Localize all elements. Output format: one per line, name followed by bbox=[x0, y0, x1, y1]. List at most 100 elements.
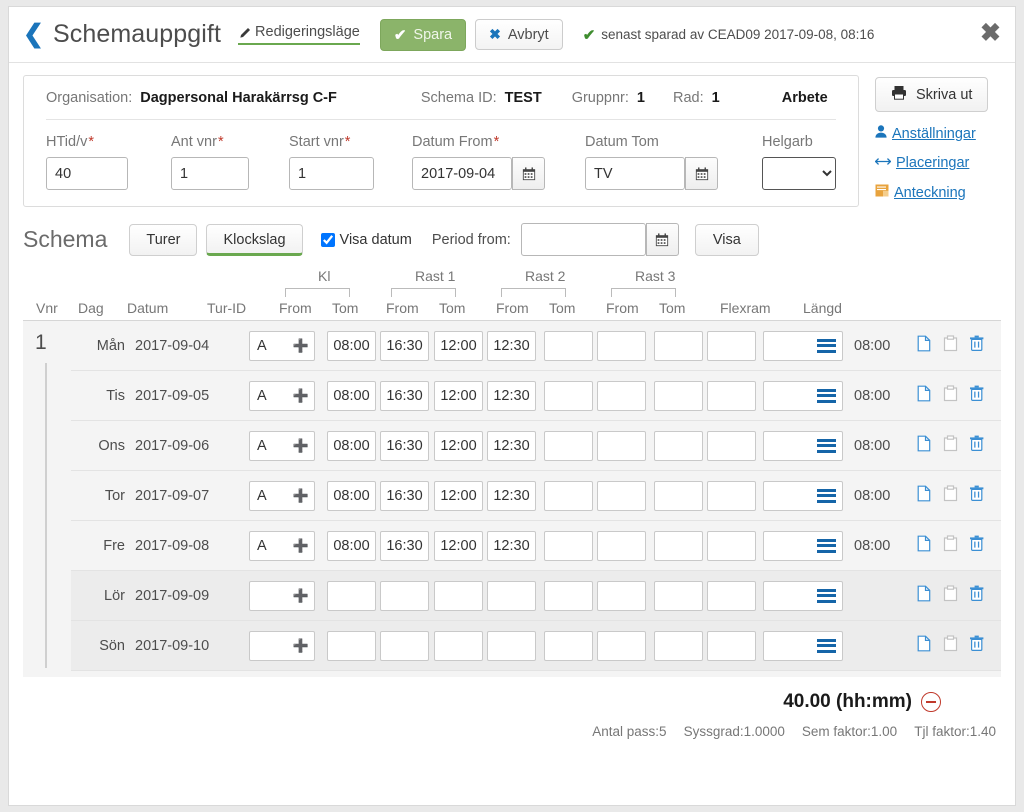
cell-r3-from-input[interactable] bbox=[654, 530, 703, 561]
cancel-button[interactable]: ✖ Avbryt bbox=[475, 19, 563, 50]
cell-r2-from-input[interactable] bbox=[544, 330, 593, 361]
cell-r3-from-input[interactable] bbox=[654, 380, 703, 411]
cell-kl-tom-input[interactable] bbox=[380, 330, 429, 361]
turid-cell[interactable]: A ➕ bbox=[249, 480, 315, 511]
cell-kl-tom-input[interactable] bbox=[380, 530, 429, 561]
flexram-cell[interactable] bbox=[763, 480, 843, 511]
cell-r3-tom-input[interactable] bbox=[707, 430, 756, 461]
cell-kl-tom-input[interactable] bbox=[380, 430, 429, 461]
flexram-cell[interactable] bbox=[763, 330, 843, 361]
cell-kl-from-input[interactable] bbox=[327, 380, 376, 411]
cell-r3-from-input[interactable] bbox=[654, 330, 703, 361]
cell-kl-from-input[interactable] bbox=[327, 630, 376, 661]
cell-kl-from-input[interactable] bbox=[327, 580, 376, 611]
calendar-icon[interactable] bbox=[645, 223, 679, 256]
cell-r1-from-input[interactable] bbox=[434, 330, 483, 361]
cell-kl-tom-input[interactable] bbox=[380, 480, 429, 511]
helgarb-select[interactable] bbox=[762, 157, 836, 190]
tab-turer[interactable]: Turer bbox=[129, 223, 198, 256]
cell-r2-tom-input[interactable] bbox=[597, 380, 646, 411]
plus-icon[interactable]: ➕ bbox=[293, 539, 309, 552]
plus-icon[interactable]: ➕ bbox=[293, 339, 309, 352]
trash-icon[interactable] bbox=[969, 435, 985, 457]
cell-r1-tom-input[interactable] bbox=[487, 630, 536, 661]
datum-tom-input[interactable] bbox=[585, 157, 685, 190]
cell-r3-tom-input[interactable] bbox=[707, 580, 756, 611]
flexram-cell[interactable] bbox=[763, 630, 843, 661]
cell-r2-from-input[interactable] bbox=[544, 580, 593, 611]
link-placeringar[interactable]: Placeringar bbox=[874, 155, 969, 171]
cell-r2-from-input[interactable] bbox=[544, 530, 593, 561]
cell-r2-from-input[interactable] bbox=[544, 630, 593, 661]
trash-icon[interactable] bbox=[969, 585, 985, 607]
period-from-input[interactable] bbox=[520, 223, 646, 256]
turid-cell[interactable]: A ➕ bbox=[249, 330, 315, 361]
calendar-icon[interactable] bbox=[685, 157, 718, 190]
hamburger-icon[interactable] bbox=[817, 438, 836, 453]
plus-icon[interactable]: ➕ bbox=[293, 489, 309, 502]
flexram-cell[interactable] bbox=[763, 380, 843, 411]
turid-cell[interactable]: A ➕ bbox=[249, 380, 315, 411]
cell-r2-tom-input[interactable] bbox=[597, 580, 646, 611]
turid-cell[interactable]: A ➕ bbox=[249, 430, 315, 461]
cell-kl-tom-input[interactable] bbox=[380, 380, 429, 411]
trash-icon[interactable] bbox=[969, 335, 985, 357]
close-icon[interactable]: ✖ bbox=[980, 21, 1001, 46]
cell-kl-from-input[interactable] bbox=[327, 480, 376, 511]
hamburger-icon[interactable] bbox=[817, 488, 836, 503]
cell-r1-tom-input[interactable] bbox=[487, 330, 536, 361]
visa-datum-input[interactable] bbox=[320, 232, 335, 247]
cell-r3-from-input[interactable] bbox=[654, 480, 703, 511]
cell-r3-tom-input[interactable] bbox=[707, 480, 756, 511]
antvnr-input[interactable] bbox=[171, 157, 249, 190]
cell-r3-tom-input[interactable] bbox=[707, 330, 756, 361]
flexram-cell[interactable] bbox=[763, 530, 843, 561]
cell-r1-from-input[interactable] bbox=[434, 430, 483, 461]
hamburger-icon[interactable] bbox=[817, 388, 836, 403]
plus-icon[interactable]: ➕ bbox=[293, 639, 309, 652]
edit-mode-toggle[interactable]: Redigeringsläge bbox=[238, 24, 360, 45]
hamburger-icon[interactable] bbox=[817, 538, 836, 553]
link-anstallningar[interactable]: Anställningar bbox=[875, 125, 976, 142]
htid-input[interactable] bbox=[46, 157, 128, 190]
trash-icon[interactable] bbox=[969, 385, 985, 407]
cell-r2-tom-input[interactable] bbox=[597, 530, 646, 561]
cell-r1-from-input[interactable] bbox=[434, 380, 483, 411]
cell-r1-from-input[interactable] bbox=[434, 480, 483, 511]
calendar-icon[interactable] bbox=[512, 157, 545, 190]
flexram-cell[interactable] bbox=[763, 580, 843, 611]
back-icon[interactable]: ❮ bbox=[23, 22, 44, 47]
copy-icon[interactable] bbox=[917, 535, 933, 557]
flexram-cell[interactable] bbox=[763, 430, 843, 461]
cell-r3-tom-input[interactable] bbox=[707, 630, 756, 661]
copy-icon[interactable] bbox=[917, 585, 933, 607]
copy-icon[interactable] bbox=[917, 335, 933, 357]
cell-r3-tom-input[interactable] bbox=[707, 530, 756, 561]
cell-r2-from-input[interactable] bbox=[544, 480, 593, 511]
save-button[interactable]: ✔ Spara bbox=[379, 18, 467, 51]
cell-r1-tom-input[interactable] bbox=[487, 580, 536, 611]
cell-r1-tom-input[interactable] bbox=[487, 430, 536, 461]
plus-icon[interactable]: ➕ bbox=[293, 389, 309, 402]
cell-r3-from-input[interactable] bbox=[654, 580, 703, 611]
hamburger-icon[interactable] bbox=[817, 338, 836, 353]
visa-button[interactable]: Visa bbox=[694, 223, 759, 256]
cell-kl-from-input[interactable] bbox=[327, 430, 376, 461]
cell-r2-tom-input[interactable] bbox=[597, 630, 646, 661]
plus-icon[interactable]: ➕ bbox=[293, 589, 309, 602]
cell-kl-tom-input[interactable] bbox=[380, 630, 429, 661]
copy-icon[interactable] bbox=[917, 635, 933, 657]
cell-r2-from-input[interactable] bbox=[544, 380, 593, 411]
trash-icon[interactable] bbox=[969, 485, 985, 507]
tab-klockslag[interactable]: Klockslag bbox=[206, 223, 303, 256]
trash-icon[interactable] bbox=[969, 535, 985, 557]
copy-icon[interactable] bbox=[917, 435, 933, 457]
cell-r3-from-input[interactable] bbox=[654, 630, 703, 661]
plus-icon[interactable]: ➕ bbox=[293, 439, 309, 452]
cell-r2-from-input[interactable] bbox=[544, 430, 593, 461]
datum-from-input[interactable] bbox=[412, 157, 512, 190]
cell-r2-tom-input[interactable] bbox=[597, 430, 646, 461]
cell-kl-from-input[interactable] bbox=[327, 530, 376, 561]
cell-r1-from-input[interactable] bbox=[434, 530, 483, 561]
startvnr-input[interactable] bbox=[289, 157, 374, 190]
